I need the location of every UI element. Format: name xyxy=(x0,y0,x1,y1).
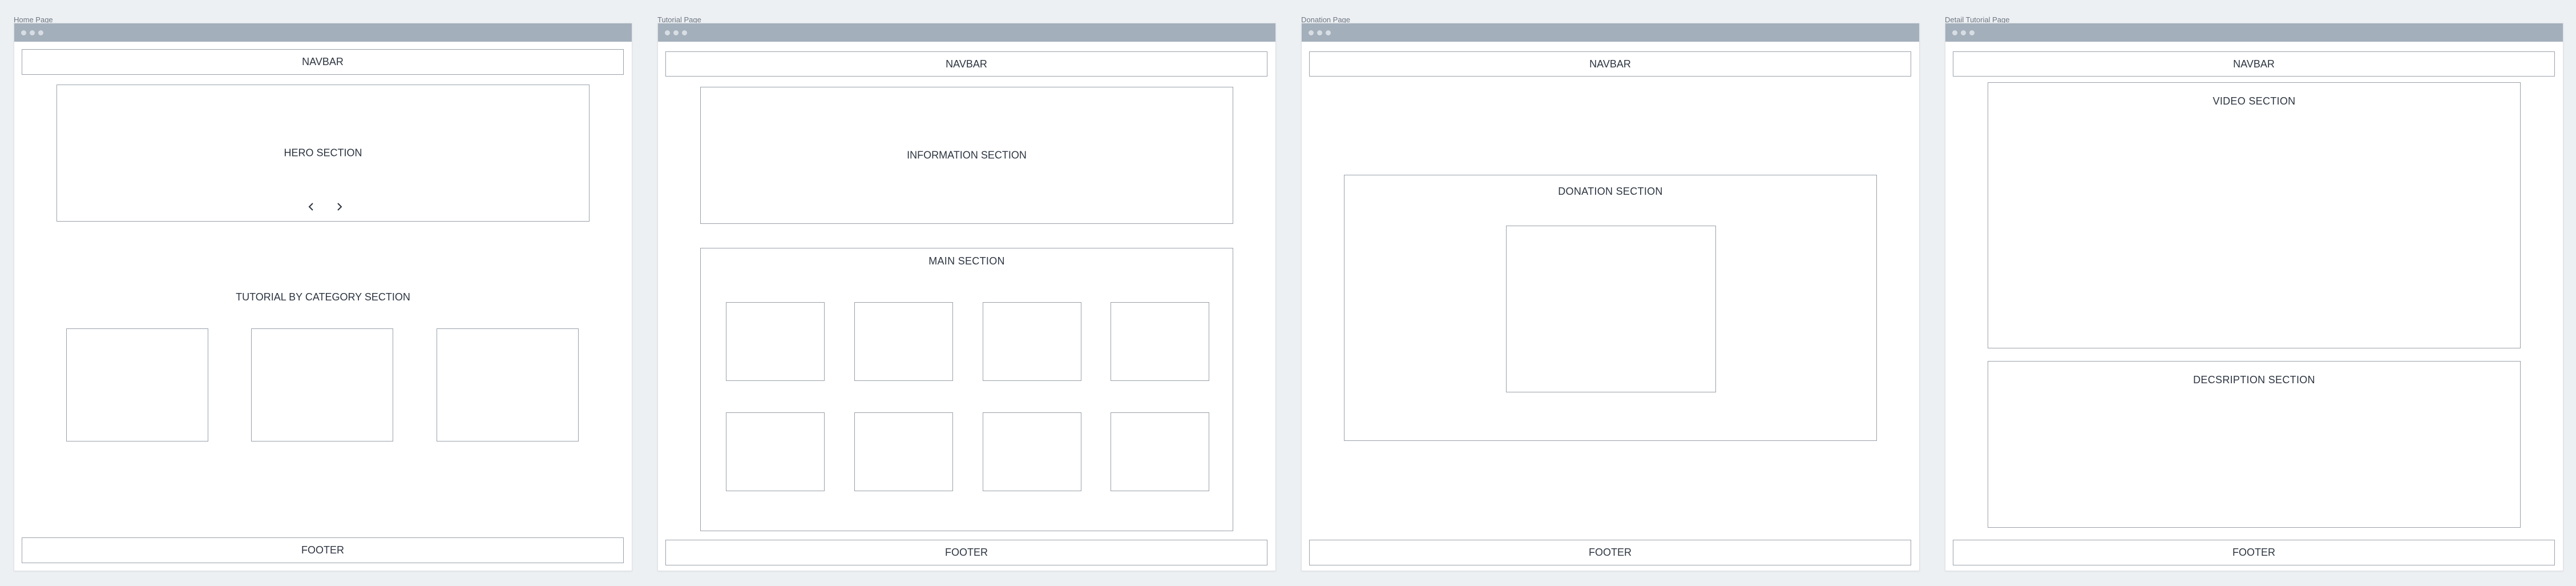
frame-detail-tutorial-page: Detail Tutorial Page NAVBAR VIDEO SECTIO… xyxy=(1945,0,2563,586)
donation-section: DONATION SECTION xyxy=(1344,175,1877,441)
donation-form[interactable] xyxy=(1506,226,1716,392)
tutorial-card[interactable] xyxy=(854,412,953,491)
main-section: MAIN SECTION xyxy=(700,248,1233,531)
window-titlebar xyxy=(1302,23,1919,42)
category-section-title: TUTORIAL BY CATEGORY SECTION xyxy=(236,291,410,303)
information-section-label: INFORMATION SECTION xyxy=(907,149,1027,161)
main-section-label: MAIN SECTION xyxy=(928,255,1005,267)
donation-section-label: DONATION SECTION xyxy=(1558,186,1663,197)
tutorial-card[interactable] xyxy=(1111,302,1209,381)
window-dot-icon xyxy=(1969,30,1975,35)
navbar-label: NAVBAR xyxy=(1589,58,1631,70)
window-dot-icon xyxy=(1309,30,1314,35)
video-section-label: VIDEO SECTION xyxy=(2212,95,2296,107)
chevron-right-icon[interactable] xyxy=(334,202,344,212)
window-dot-icon xyxy=(665,30,670,35)
navbar-label: NAVBAR xyxy=(2233,58,2275,70)
footer: FOOTER xyxy=(1953,540,2555,565)
hero-section-label: HERO SECTION xyxy=(284,147,362,159)
tutorial-card[interactable] xyxy=(726,302,825,381)
footer: FOOTER xyxy=(665,540,1267,565)
window-titlebar xyxy=(14,23,632,42)
browser-window: NAVBAR VIDEO SECTION DECSRIPTION SECTION… xyxy=(1945,23,2563,571)
category-card[interactable] xyxy=(437,328,579,441)
window-titlebar xyxy=(658,23,1275,42)
window-titlebar xyxy=(1945,23,2563,42)
footer-label: FOOTER xyxy=(2232,547,2275,558)
browser-window: NAVBAR DONATION SECTION FOOTER xyxy=(1301,23,1920,571)
footer: FOOTER xyxy=(22,537,624,563)
browser-window: NAVBAR HERO SECTION TUTORIAL BY CATEGORY… xyxy=(14,23,632,571)
window-dot-icon xyxy=(38,30,43,35)
video-section[interactable]: VIDEO SECTION xyxy=(1988,82,2521,348)
window-dot-icon xyxy=(673,30,679,35)
navbar[interactable]: NAVBAR xyxy=(22,49,624,75)
tutorial-card[interactable] xyxy=(983,412,1081,491)
tutorial-card[interactable] xyxy=(854,302,953,381)
window-dot-icon xyxy=(30,30,35,35)
footer: FOOTER xyxy=(1309,540,1911,565)
window-dot-icon xyxy=(21,30,26,35)
navbar-label: NAVBAR xyxy=(946,58,987,70)
footer-label: FOOTER xyxy=(301,544,344,556)
frame-donation-page: Donation Page NAVBAR DONATION SECTION FO… xyxy=(1301,0,1920,586)
description-section: DECSRIPTION SECTION xyxy=(1988,361,2521,528)
window-dot-icon xyxy=(1952,30,1957,35)
frame-home-page: Home Page NAVBAR HERO SECTION TUTORIAL B… xyxy=(14,0,632,586)
browser-window: NAVBAR INFORMATION SECTION MAIN SECTION … xyxy=(657,23,1276,571)
tutorial-card[interactable] xyxy=(1111,412,1209,491)
window-dot-icon xyxy=(682,30,687,35)
chevron-left-icon[interactable] xyxy=(306,202,317,212)
information-section: INFORMATION SECTION xyxy=(700,87,1233,224)
footer-label: FOOTER xyxy=(1589,547,1632,558)
navbar[interactable]: NAVBAR xyxy=(665,51,1267,77)
footer-label: FOOTER xyxy=(945,547,988,558)
navbar[interactable]: NAVBAR xyxy=(1309,51,1911,77)
navbar[interactable]: NAVBAR xyxy=(1953,51,2555,77)
frame-tutorial-page: Tutorial Page NAVBAR INFORMATION SECTION… xyxy=(657,0,1276,586)
window-dot-icon xyxy=(1326,30,1331,35)
tutorial-card[interactable] xyxy=(983,302,1081,381)
tutorial-card[interactable] xyxy=(726,412,825,491)
hero-section: HERO SECTION xyxy=(56,85,590,222)
category-card[interactable] xyxy=(66,328,208,441)
navbar-label: NAVBAR xyxy=(302,56,344,67)
window-dot-icon xyxy=(1317,30,1322,35)
category-card[interactable] xyxy=(251,328,393,441)
description-section-label: DECSRIPTION SECTION xyxy=(2193,374,2315,386)
window-dot-icon xyxy=(1961,30,1966,35)
